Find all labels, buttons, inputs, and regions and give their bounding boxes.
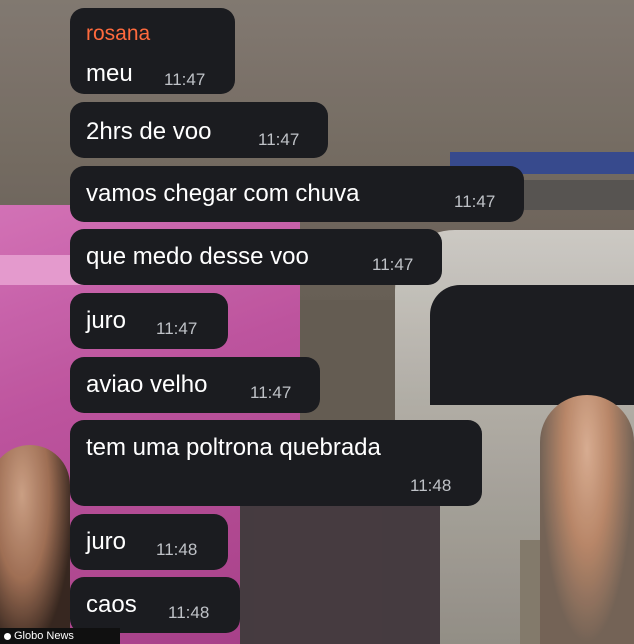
message-text: juro xyxy=(86,528,127,555)
watermark: Globo News xyxy=(0,628,120,644)
message-text: que medo desse voo xyxy=(86,243,309,270)
message-time: 11:48 xyxy=(156,540,198,559)
message-time: 11:47 xyxy=(258,130,300,149)
message-time: 11:47 xyxy=(372,255,414,274)
message-time: 11:47 xyxy=(156,319,198,338)
message-bubble[interactable]: juro 11:47 xyxy=(70,293,228,349)
message-bubble[interactable]: 2hrs de voo 11:47 xyxy=(70,102,328,158)
message-bubble[interactable]: aviao velho 11:47 xyxy=(70,357,320,413)
message-text: aviao velho xyxy=(86,371,208,398)
message-text: meu xyxy=(86,60,133,87)
message-time: 11:47 xyxy=(250,383,292,402)
message-text: caos xyxy=(86,591,137,618)
globo-logo-icon xyxy=(4,632,11,640)
message-text: juro xyxy=(86,307,127,334)
message-time: 11:48 xyxy=(168,603,210,622)
message-time: 11:47 xyxy=(454,192,496,211)
chat-thread: rosana meu 11:47 2hrs de voo 11:47 vamos… xyxy=(0,0,634,644)
sender-name[interactable]: rosana xyxy=(86,22,150,46)
message-bubble[interactable]: rosana meu 11:47 xyxy=(70,8,235,94)
message-bubble[interactable]: caos 11:48 xyxy=(70,577,240,633)
message-time: 11:48 xyxy=(410,476,452,495)
message-bubble[interactable]: vamos chegar com chuva 11:47 xyxy=(70,166,524,222)
message-text: tem uma poltrona quebrada xyxy=(86,434,381,461)
message-bubble[interactable]: tem uma poltrona quebrada 11:48 xyxy=(70,420,482,506)
message-bubble[interactable]: que medo desse voo 11:47 xyxy=(70,229,442,285)
message-text: vamos chegar com chuva xyxy=(86,180,360,207)
message-time: 11:47 xyxy=(164,70,206,89)
message-text: 2hrs de voo xyxy=(86,118,212,145)
watermark-text: Globo News xyxy=(14,630,74,642)
message-bubble[interactable]: juro 11:48 xyxy=(70,514,228,570)
